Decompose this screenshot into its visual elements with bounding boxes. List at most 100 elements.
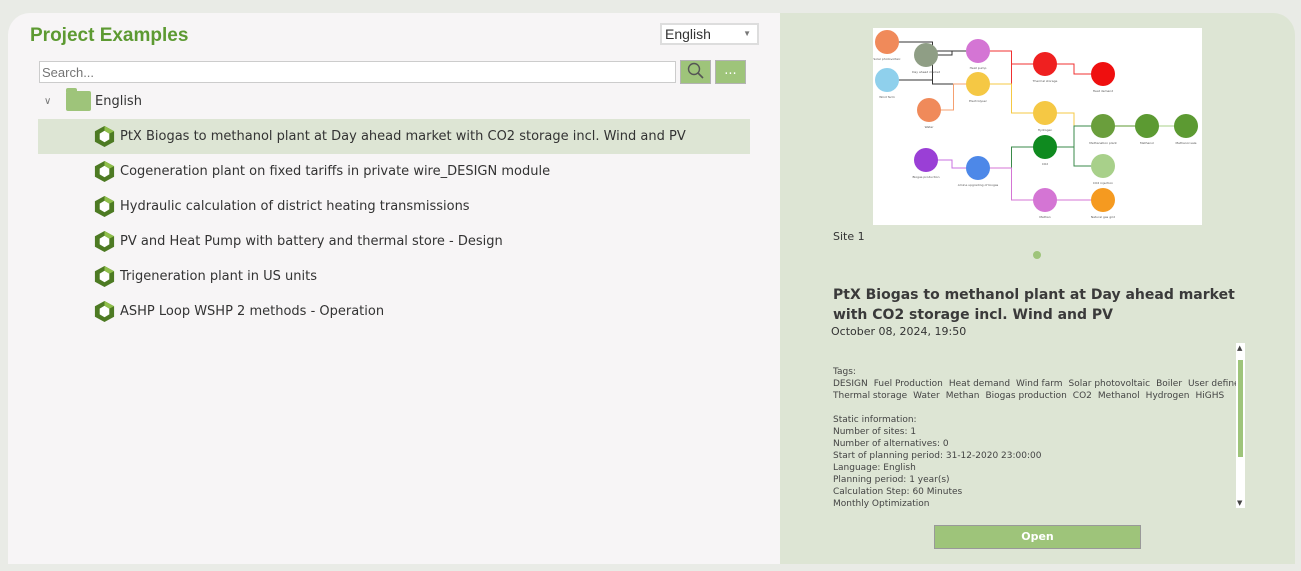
project-item-label: ASHP Loop WSHP 2 methods - Operation xyxy=(120,304,385,319)
project-date: October 08, 2024, 19:50 xyxy=(831,325,967,338)
project-item[interactable]: PtX Biogas to methanol plant at Day ahea… xyxy=(38,119,750,154)
project-item[interactable]: Trigeneration plant in US units xyxy=(38,259,750,294)
static-info-line: Language: English xyxy=(833,463,916,473)
diagram-node xyxy=(914,148,938,172)
diagram-node xyxy=(1091,62,1115,86)
diagram-node xyxy=(875,30,899,54)
project-hexagon-icon xyxy=(94,300,115,323)
project-item-label: Cogeneration plant on fixed tariffs in p… xyxy=(120,164,551,179)
project-item[interactable]: ASHP Loop WSHP 2 methods - Operation xyxy=(38,294,750,329)
more-options-button[interactable]: ... xyxy=(715,60,746,84)
static-info-line: Start of planning period: 31-12-2020 23:… xyxy=(833,451,1042,461)
diagram-node xyxy=(966,156,990,180)
tag: CO2 xyxy=(1072,391,1092,401)
diagram-node xyxy=(1135,114,1159,138)
tag: Thermal storage xyxy=(833,391,908,401)
diagram-node xyxy=(1033,188,1057,212)
diagram-node xyxy=(1091,188,1115,212)
diagram-node xyxy=(875,68,899,92)
static-info-line: Calculation Step: 60 Minutes xyxy=(833,487,963,497)
diagram-node xyxy=(1091,114,1115,138)
project-item[interactable]: Hydraulic calculation of district heatin… xyxy=(38,189,750,224)
tag: Water xyxy=(913,391,940,401)
project-hexagon-icon xyxy=(94,195,115,218)
project-hexagon-icon xyxy=(94,230,115,253)
tag: HiGHS xyxy=(1195,391,1225,401)
folder-label: English xyxy=(95,93,142,109)
folder-icon xyxy=(66,88,91,111)
project-item-label: Hydraulic calculation of district heatin… xyxy=(120,199,470,214)
static-info-line: Planning period: 1 year(s) xyxy=(833,475,950,485)
tag: Hydrogen xyxy=(1145,391,1190,401)
static-info-line: Monthly Optimization xyxy=(833,499,930,508)
project-item-label: Trigeneration plant in US units xyxy=(120,269,317,284)
diagram-node xyxy=(917,98,941,122)
tag: Fuel Production xyxy=(873,379,943,389)
open-button[interactable]: Open xyxy=(934,525,1141,549)
static-info-line: Number of alternatives: 0 xyxy=(833,439,949,449)
project-info: Tags: DESIGN Fuel Production Heat demand Wi… xyxy=(833,343,1245,508)
tag: Methanol xyxy=(1097,391,1140,401)
tag: Biogas production xyxy=(985,391,1067,401)
tags-label: Tags: xyxy=(833,367,856,377)
static-info-line: Number of sites: 1 xyxy=(833,427,917,437)
diagram-node-label: Thermal storage xyxy=(1032,79,1058,83)
tag: DESIGN xyxy=(833,379,868,389)
tree-folder-english[interactable]: ∨ English xyxy=(44,88,142,112)
tag: Solar photovoltaic xyxy=(1068,379,1151,389)
search-icon xyxy=(687,62,704,79)
diagram-node xyxy=(1174,114,1198,138)
tag: Heat demand xyxy=(948,379,1011,389)
scroll-down-icon[interactable]: ▼ xyxy=(1237,499,1242,507)
diagram-connection xyxy=(887,79,978,85)
diagram-node-label: Natural gas grid xyxy=(1091,215,1115,219)
info-scrollbar[interactable]: ▲ ▼ xyxy=(1236,343,1245,508)
diagram-node-label: Water xyxy=(925,125,935,129)
diagram-node xyxy=(1033,101,1057,125)
diagram-node-label: Wind farm xyxy=(879,95,895,99)
diagram-node-label: Methanation plant xyxy=(1089,141,1117,145)
project-hexagon-icon xyxy=(94,125,115,148)
diagram-node xyxy=(1091,154,1115,178)
search-input[interactable] xyxy=(39,61,676,83)
project-preview-panel: Solar photovoltaic Day ahead market Wind f… xyxy=(780,13,1295,564)
project-item-label: PtX Biogas to methanol plant at Day ahea… xyxy=(120,129,686,144)
diagram-node-label: Biogas production xyxy=(912,175,939,179)
diagram-node-label: Methan xyxy=(1039,215,1050,219)
static-label: Static information: xyxy=(833,415,917,425)
scroll-up-icon[interactable]: ▲ xyxy=(1237,344,1242,352)
project-hexagon-icon xyxy=(94,265,115,288)
diagram-node-label: CO2 xyxy=(1042,162,1048,166)
project-title: PtX Biogas to methanol plant at Day ahea… xyxy=(833,287,1235,323)
diagram-node-label: Solar photovoltaic xyxy=(873,57,901,61)
diagram-node-label: Methanol xyxy=(1140,141,1154,145)
carousel-dot[interactable] xyxy=(1033,251,1041,259)
diagram-node-label: Heat pump xyxy=(970,66,987,70)
diagram-node-label: Electrolyser xyxy=(969,99,987,103)
tag: Wind farm xyxy=(1016,379,1063,389)
diagram-node-label: Amine upgrading of biogas xyxy=(958,183,999,187)
chevron-down-icon[interactable]: ∨ xyxy=(44,96,66,107)
search-button[interactable] xyxy=(680,60,711,84)
language-value: English xyxy=(665,26,711,42)
dropdown-arrow-icon: ▼ xyxy=(743,29,751,38)
diagram-node-label: Methanol sale xyxy=(1176,141,1197,145)
tag: Methan xyxy=(945,391,980,401)
diagram-node xyxy=(1033,135,1057,159)
project-diagram-thumbnail: Solar photovoltaic Day ahead market Wind f… xyxy=(873,28,1202,225)
project-item[interactable]: Cogeneration plant on fixed tariffs in p… xyxy=(38,154,750,189)
diagram-node-label: CO2 injection xyxy=(1093,181,1113,185)
project-item[interactable]: PV and Heat Pump with battery and therma… xyxy=(38,224,750,259)
project-list-panel: Project Examples English ▼ ... ∨ English … xyxy=(8,13,780,564)
diagram-node xyxy=(914,43,938,67)
scrollbar-thumb[interactable] xyxy=(1238,360,1243,457)
diagram-node-label: Heat demand xyxy=(1093,89,1113,93)
site-label: Site 1 xyxy=(833,230,865,243)
project-hexagon-icon xyxy=(94,160,115,183)
diagram-node xyxy=(966,39,990,63)
tag: Boiler xyxy=(1156,379,1183,389)
diagram-node xyxy=(1033,52,1057,76)
diagram-node-label: Day ahead market xyxy=(912,70,941,74)
language-select[interactable]: English ▼ xyxy=(660,23,759,45)
page-title: Project Examples xyxy=(30,25,189,46)
